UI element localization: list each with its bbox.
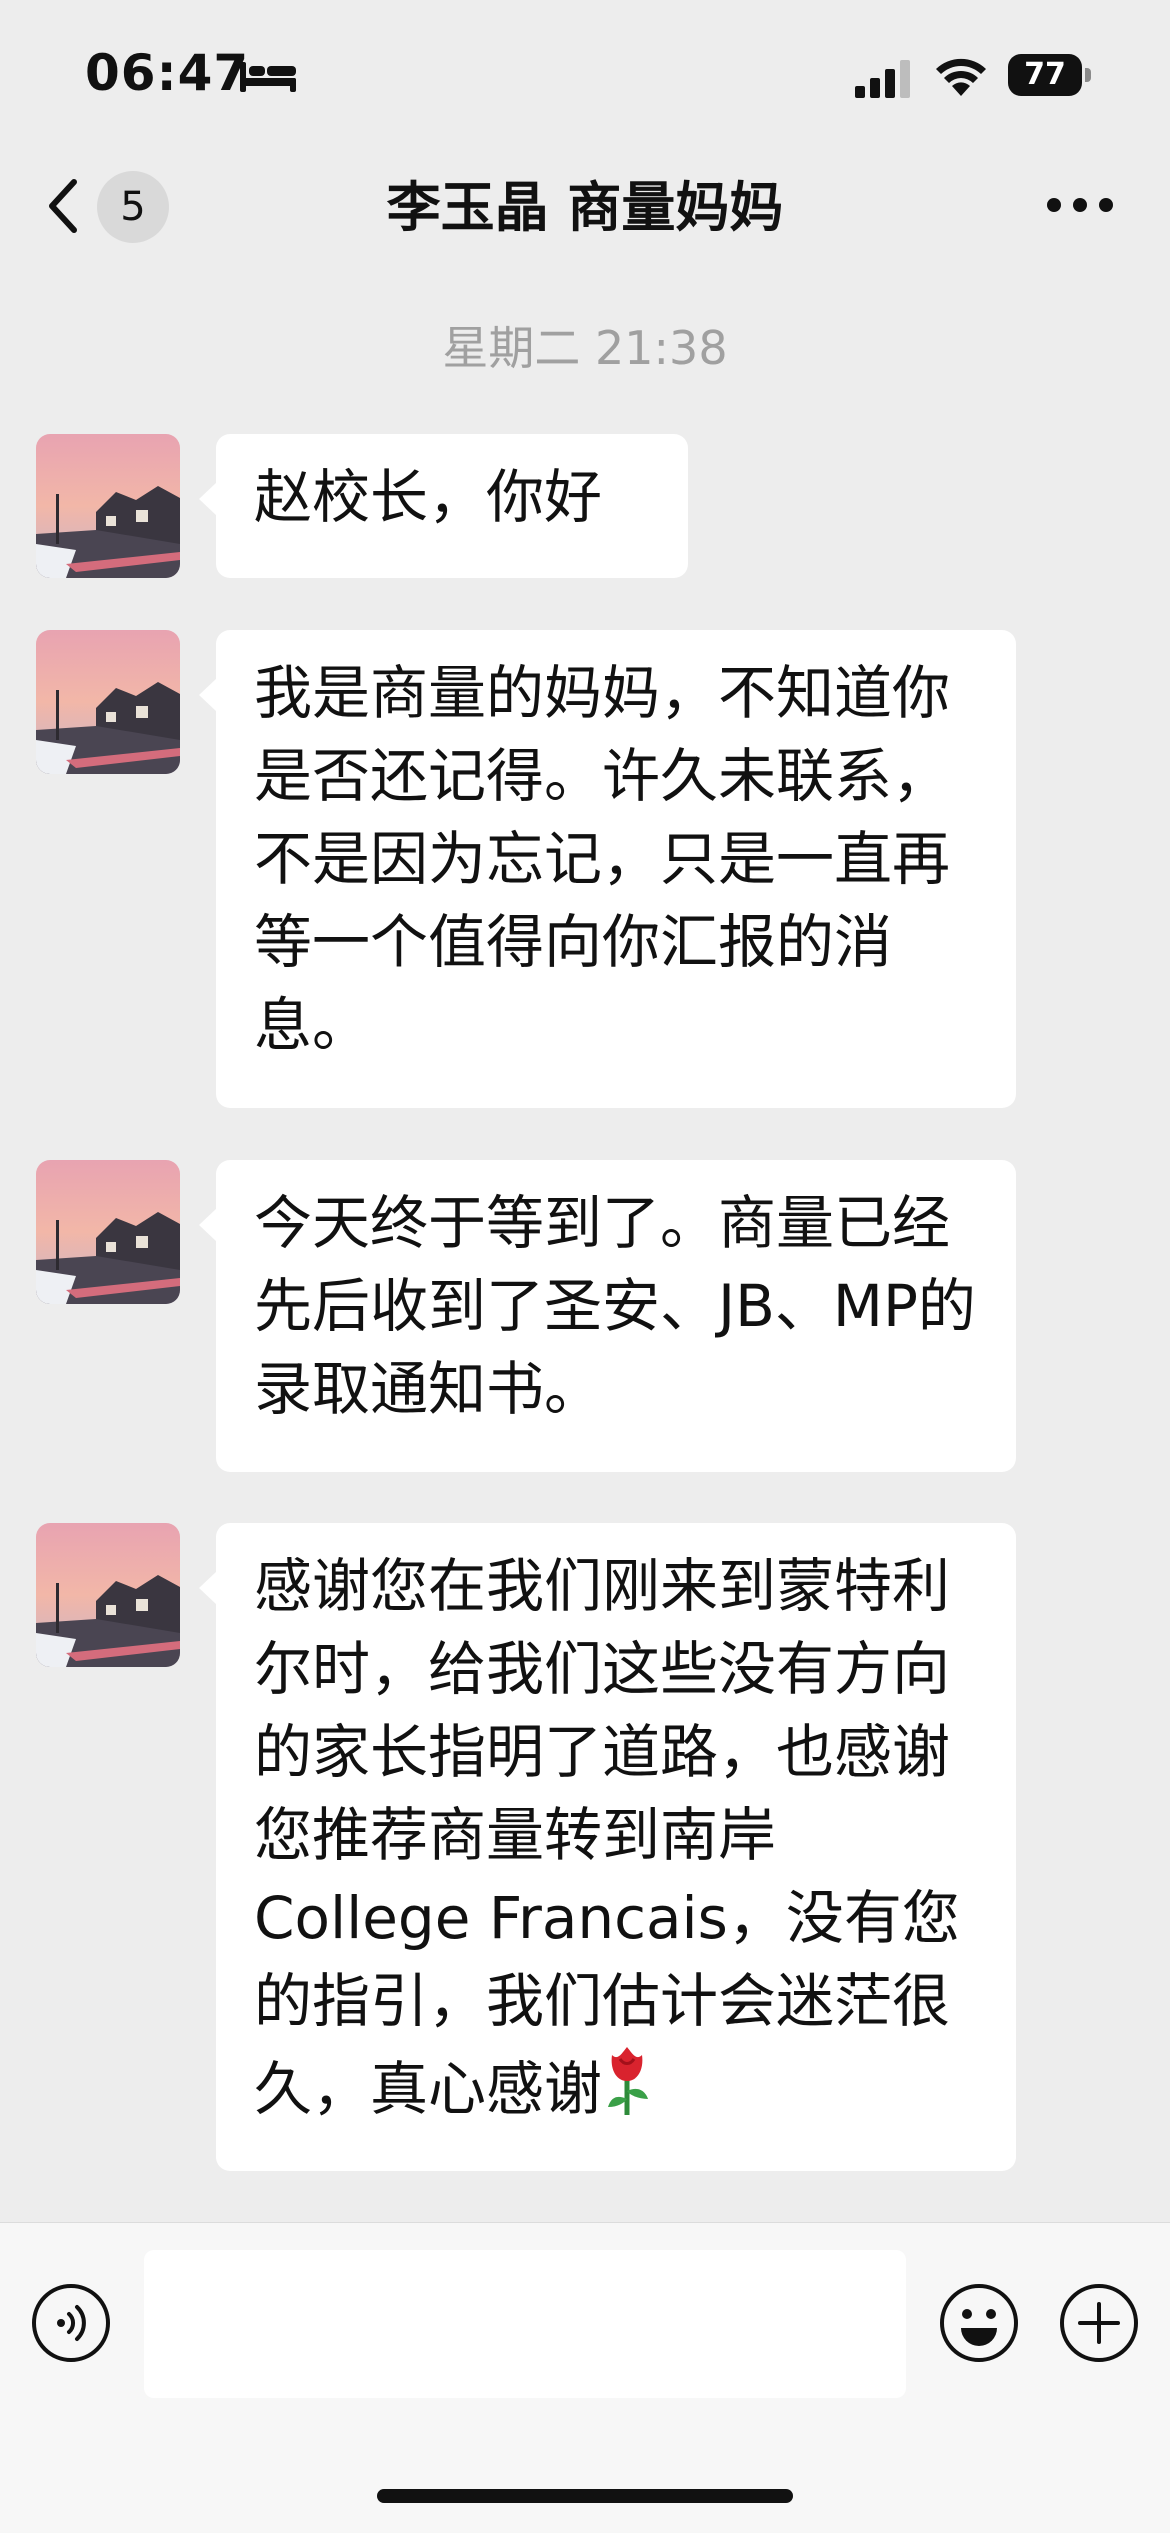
battery-icon: 77 bbox=[1008, 54, 1092, 96]
message-text: 感谢您在我们刚来到蒙特利尔时，给我们这些没有方向的家长指明了道路，也感谢您推荐商… bbox=[254, 1552, 960, 2123]
avatar-image bbox=[36, 1523, 180, 1667]
avatar-image bbox=[36, 630, 180, 774]
rose-emoji bbox=[608, 2047, 649, 2115]
status-time: 06:47 bbox=[85, 44, 250, 102]
message-bubble[interactable]: 今天终于等到了。商量已经先后收到了圣安、JB、MP的录取通知书。 bbox=[199, 1160, 1016, 1472]
status-bar: 06:47 77 bbox=[0, 0, 1170, 150]
avatar[interactable] bbox=[36, 434, 180, 578]
message-timestamp: 星期二 21:38 bbox=[442, 321, 728, 375]
message-text: 我是商量的妈妈，不知道你是否还记得。许久未联系，不是因为忘记，只是一直再等一个值… bbox=[254, 659, 951, 1059]
more-dots-icon[interactable] bbox=[1045, 195, 1115, 215]
battery-level: 77 bbox=[1008, 54, 1082, 96]
unread-count-badge[interactable]: 5 bbox=[97, 171, 169, 243]
home-indicator[interactable] bbox=[377, 2489, 793, 2503]
avatar[interactable] bbox=[36, 1160, 180, 1304]
avatar[interactable] bbox=[36, 630, 180, 774]
chevron-left-icon[interactable] bbox=[44, 176, 84, 236]
voice-icon[interactable] bbox=[30, 2282, 112, 2364]
message-bubble[interactable]: 感谢您在我们刚来到蒙特利尔时，给我们这些没有方向的家长指明了道路，也感谢您推荐商… bbox=[199, 1523, 1016, 2171]
message-text: 赵校长，你好 bbox=[254, 463, 603, 531]
message-text: 今天终于等到了。商量已经先后收到了圣安、JB、MP的录取通知书。 bbox=[254, 1189, 976, 1423]
avatar-image bbox=[36, 1160, 180, 1304]
message-bubble[interactable]: 我是商量的妈妈，不知道你是否还记得。许久未联系，不是因为忘记，只是一直再等一个值… bbox=[199, 630, 1016, 1108]
cellular-signal-icon bbox=[855, 60, 910, 98]
avatar-image bbox=[36, 434, 180, 578]
chat-title: 李玉晶 商量妈妈 bbox=[386, 176, 784, 239]
plus-icon[interactable] bbox=[1058, 2282, 1140, 2364]
bed-icon bbox=[240, 62, 296, 92]
message-bubble[interactable]: 赵校长，你好 bbox=[199, 434, 688, 578]
avatar[interactable] bbox=[36, 1523, 180, 1667]
message-input[interactable] bbox=[144, 2250, 906, 2398]
emoji-icon[interactable] bbox=[938, 2282, 1020, 2364]
wifi-icon bbox=[936, 58, 986, 96]
